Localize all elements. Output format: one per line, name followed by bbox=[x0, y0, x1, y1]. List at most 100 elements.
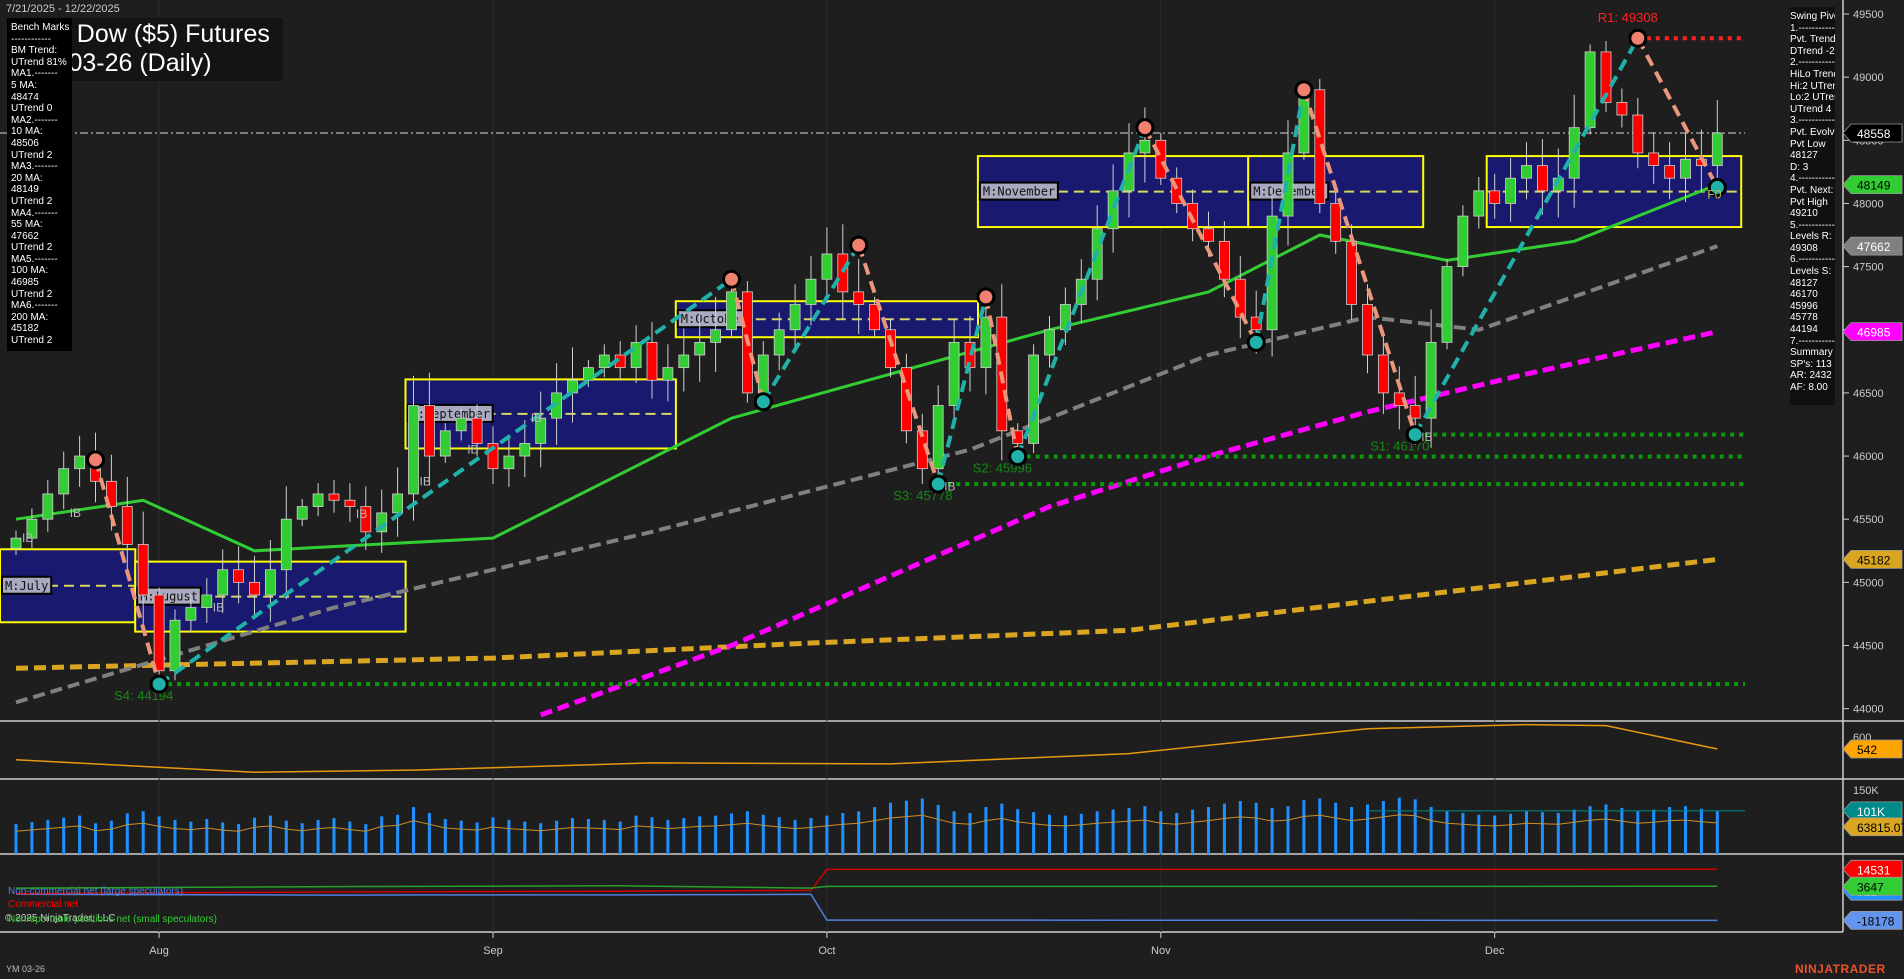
candle bbox=[1156, 133, 1166, 185]
volume-bar bbox=[205, 819, 208, 854]
month-label-nov: Nov bbox=[1151, 945, 1171, 957]
volume-bar bbox=[1636, 811, 1639, 854]
swing-pivots-line: 1.----------- bbox=[1790, 23, 1831, 35]
candle-body bbox=[1331, 203, 1341, 241]
volume-bar bbox=[460, 821, 463, 854]
volume-bar bbox=[762, 815, 765, 854]
month-label-sep: Sep bbox=[483, 945, 503, 957]
swing-low-marker bbox=[755, 394, 771, 410]
volume-bar bbox=[1541, 812, 1544, 854]
volume-bar bbox=[237, 824, 240, 854]
candle-body bbox=[1378, 355, 1388, 393]
volume-bar bbox=[1334, 803, 1337, 854]
price-tick-label: 48000 bbox=[1853, 198, 1884, 210]
swing-pivots-line: Hi:2 UTrend bbox=[1790, 81, 1831, 93]
candle-body bbox=[1347, 241, 1357, 304]
osc-value-tag-text: 542 bbox=[1857, 743, 1877, 757]
volume-bar bbox=[1207, 807, 1210, 854]
legend-commercial: Commercial net bbox=[8, 899, 78, 910]
bench-marks-line: 200 MA: bbox=[11, 312, 68, 324]
candle-body bbox=[711, 330, 721, 343]
volume-bar bbox=[1016, 809, 1019, 854]
volume-bar bbox=[571, 818, 574, 854]
volume-bar bbox=[1191, 810, 1194, 854]
volume-bar bbox=[746, 811, 749, 854]
candle-body bbox=[1156, 140, 1166, 178]
swing-low-marker bbox=[1248, 334, 1264, 350]
candle-body bbox=[1140, 140, 1150, 153]
volume-bar bbox=[794, 820, 797, 854]
candle-body bbox=[75, 456, 85, 469]
swing-pivots-line: Swing Pivots bbox=[1790, 11, 1831, 23]
candle-body bbox=[59, 469, 69, 494]
candle-body bbox=[1490, 191, 1500, 204]
candle-body bbox=[440, 431, 450, 456]
candle-body bbox=[631, 342, 641, 367]
month-box-label: M:November bbox=[983, 185, 1055, 199]
candle-body bbox=[1410, 406, 1420, 419]
osc-value-tag: 542 bbox=[1843, 740, 1902, 758]
candle-body bbox=[424, 406, 434, 457]
candle-body bbox=[345, 500, 355, 506]
volume-bar bbox=[1573, 810, 1576, 854]
volume-bar bbox=[603, 820, 606, 854]
candle-body bbox=[1219, 241, 1229, 279]
month-label-oct: Oct bbox=[818, 945, 835, 957]
volume-bar bbox=[428, 813, 431, 854]
candle-body bbox=[1474, 191, 1484, 216]
price-tag: 46985 bbox=[1843, 323, 1902, 341]
legend-nonreportable: Nonreportable positions net (small specu… bbox=[8, 914, 217, 925]
volume-bar bbox=[317, 820, 320, 854]
bench-marks-line: MA4.------- bbox=[11, 208, 68, 220]
swing-pivots-line: 49210 bbox=[1790, 208, 1831, 220]
swing-pivots-line: Pvt Low bbox=[1790, 139, 1831, 151]
month-label-aug: Aug bbox=[149, 945, 169, 957]
price-chart[interactable]: AugSepOctNovDec4950049000485004800047500… bbox=[0, 0, 1904, 979]
volume-bar bbox=[285, 821, 288, 854]
swing-pivots-line: 2.----------- bbox=[1790, 57, 1831, 69]
bench-marks-line: 45182 bbox=[11, 323, 68, 335]
volume-bar bbox=[825, 816, 828, 854]
candle-body bbox=[265, 570, 275, 595]
swing-pivots-line: AF: 8.00 bbox=[1790, 382, 1831, 394]
bench-marks-line: BM Trend: bbox=[11, 45, 68, 57]
volume-bar bbox=[730, 813, 733, 854]
volume-bar bbox=[1366, 804, 1369, 854]
swing-high-marker bbox=[88, 452, 104, 468]
volume-bar bbox=[221, 822, 224, 854]
volume-bar bbox=[189, 822, 192, 854]
candle-body bbox=[568, 380, 578, 393]
candle-body bbox=[790, 304, 800, 329]
volume-bar bbox=[1128, 808, 1131, 854]
chart-marker-ib: IB bbox=[356, 507, 367, 521]
volume-bar bbox=[1414, 799, 1417, 854]
bench-marks-line: MA5.------- bbox=[11, 254, 68, 266]
candle-body bbox=[234, 570, 244, 583]
volume-bar bbox=[682, 818, 685, 854]
swing-pivots-line: 45996 bbox=[1790, 301, 1831, 313]
swing-pivots-line: DTrend -2 bbox=[1790, 46, 1831, 58]
candle-body bbox=[520, 443, 530, 456]
price-tag-text: 45182 bbox=[1857, 553, 1891, 567]
price-tick-label: 49000 bbox=[1853, 72, 1884, 84]
bench-marks-line: 48149 bbox=[11, 184, 68, 196]
cot-nonreportable-line bbox=[16, 886, 1717, 888]
cot-tag: 3647 bbox=[1843, 877, 1902, 895]
swing-high-marker bbox=[851, 237, 867, 253]
volume-bar bbox=[396, 815, 399, 854]
volume-bar bbox=[1032, 812, 1035, 854]
candle-body bbox=[11, 538, 21, 548]
chart-marker-ib: IB bbox=[420, 474, 431, 488]
candle-body bbox=[758, 355, 768, 393]
volume-bar bbox=[1350, 807, 1353, 854]
candle-body bbox=[122, 507, 132, 545]
price-tick-label: 46500 bbox=[1853, 388, 1884, 400]
swing-pivots-line: 46170 bbox=[1790, 289, 1831, 301]
bench-marks-line: UTrend 2 bbox=[11, 335, 68, 347]
volume-bar bbox=[142, 811, 145, 854]
volume-bar bbox=[301, 823, 304, 854]
volume-tag: 101K bbox=[1843, 802, 1902, 820]
bench-marks-line: MA6.------- bbox=[11, 300, 68, 312]
volume-bar bbox=[158, 816, 161, 854]
volume-bar bbox=[1382, 801, 1385, 854]
